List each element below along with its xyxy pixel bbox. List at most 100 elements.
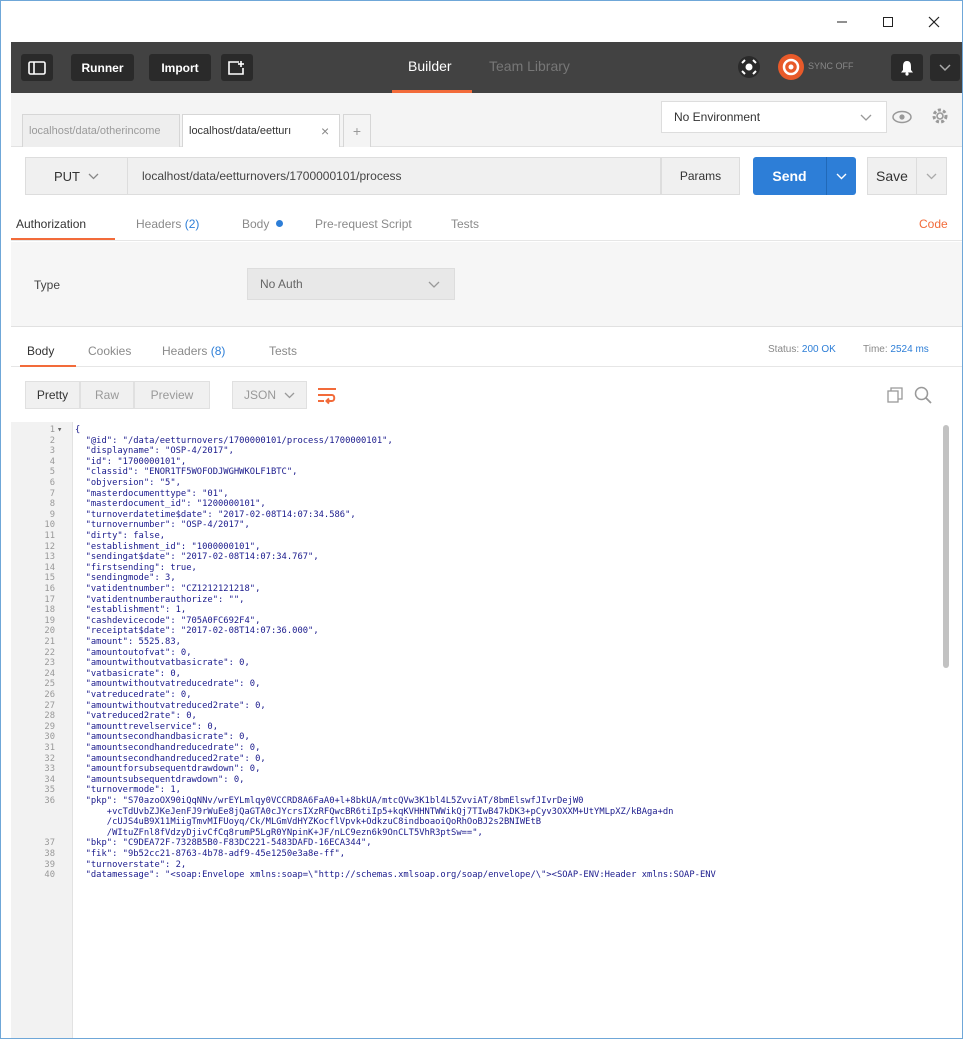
account-menu-button[interactable] — [930, 54, 960, 81]
tab-authorization[interactable]: Authorization — [16, 217, 86, 231]
fold-toggle-icon[interactable]: ▾ — [57, 425, 62, 436]
code-line: 19 "cashdevicecode": "705A0FC692F4", — [11, 616, 951, 627]
url-input[interactable]: localhost/data/eetturnovers/1700000101/p… — [128, 157, 661, 195]
code-line: 34 "amountsubsequentdrawdown": 0, — [11, 775, 951, 786]
status-info: Status: 200 OK — [768, 344, 836, 355]
tab-team-library[interactable]: Team Library — [489, 58, 570, 74]
editor-scrollbar[interactable] — [943, 425, 949, 668]
line-number: 6 — [49, 478, 55, 488]
line-number: 38 — [44, 849, 55, 859]
code-line: 36 "pkp": "S70azoOX90iQqNNv/wrEYLmlqy0VC… — [11, 796, 951, 807]
code-line: 27 "amountwithoutvatreduced2rate": 0, — [11, 701, 951, 712]
code-text: "turnoverdatetime$date": "2017-02-08T14:… — [75, 509, 356, 520]
code-text: "amount": 5525.83, — [75, 637, 181, 647]
tab-response-body[interactable]: Body — [27, 344, 54, 358]
request-tab-label: localhost/data/otherincome — [29, 125, 161, 137]
method-select[interactable]: PUT — [25, 157, 128, 195]
import-button[interactable]: Import — [149, 54, 211, 81]
close-window-button[interactable] — [911, 9, 957, 35]
code-text: "@id": "/data/eetturnovers/1700000101/pr… — [75, 435, 393, 446]
code-text: "displayname": "OSP-4/2017", — [75, 446, 234, 457]
tab-body[interactable]: Body — [242, 217, 283, 231]
close-icon — [928, 16, 940, 28]
tab-response-tests[interactable]: Tests — [269, 344, 297, 358]
tab-builder[interactable]: Builder — [408, 58, 452, 74]
code-text: "masterdocument_id": "1200000101", — [75, 499, 266, 510]
save-button[interactable]: Save — [867, 157, 917, 195]
code-text: { — [75, 425, 81, 435]
preview-button[interactable]: Preview — [134, 381, 210, 409]
wrap-lines-button[interactable] — [316, 384, 338, 406]
tab-close-icon[interactable]: × — [321, 123, 329, 139]
code-line: 1 ▾ { — [11, 425, 951, 436]
auth-type-select[interactable]: No Auth — [247, 268, 455, 300]
runner-button[interactable]: Runner — [71, 54, 134, 81]
line-number: 11 — [44, 531, 55, 541]
line-number: 25 — [44, 679, 55, 690]
raw-button[interactable]: Raw — [80, 381, 134, 409]
code-text: "pkp": "S70azoOX90iQqNNv/wrEYLmlqy0VCCRD… — [75, 796, 584, 806]
environment-select[interactable]: No Environment — [661, 101, 887, 133]
manage-environments-button[interactable] — [930, 106, 950, 126]
line-number: 36 — [44, 796, 55, 806]
send-button[interactable]: Send — [753, 157, 826, 195]
line-number: 34 — [44, 774, 55, 785]
auth-type-label: Type — [34, 278, 61, 292]
tab-response-headers[interactable]: Headers (8) — [162, 344, 225, 358]
maximize-button[interactable] — [865, 9, 911, 35]
new-tab-button[interactable] — [221, 54, 253, 81]
code-text: "turnovernumber": "OSP-4/2017", — [75, 520, 250, 531]
code-line: 3 "displayname": "OSP-4/2017", — [11, 446, 951, 457]
save-options-button[interactable] — [917, 157, 947, 195]
line-number: 8 — [49, 499, 55, 510]
code-line: /WItuZFnl8fVdzyDjivCfCq8rumP5LgR0YNpinK+… — [11, 828, 951, 839]
request-url-bar: PUT localhost/data/eetturnovers/17000001… — [11, 147, 963, 209]
response-body-editor[interactable]: 1 ▾ {2 "@id": "/data/eetturnovers/17000001… — [11, 422, 963, 1039]
code-text: "firstsending": true, — [75, 562, 197, 573]
notifications-button[interactable] — [891, 54, 923, 81]
line-number: 12 — [44, 541, 55, 552]
line-number: 15 — [44, 573, 55, 584]
code-text: "establishment": 1, — [75, 605, 187, 616]
tab-cookies[interactable]: Cookies — [88, 344, 131, 358]
code-text: "amountsecondhandreduced2rate": 0, — [75, 753, 266, 764]
tab-tests[interactable]: Tests — [451, 217, 479, 231]
code-line: 24 "vatbasicrate": 0, — [11, 669, 951, 680]
code-line: /cUJS4uB9X11MiigTmvMIFUoyq/Ck/MLGmVdHYZK… — [11, 817, 951, 828]
request-tab[interactable]: localhost/data/otherincome — [22, 114, 180, 147]
send-options-button[interactable] — [826, 157, 856, 195]
environment-quick-look-button[interactable] — [891, 107, 913, 127]
sync-button[interactable] — [777, 53, 805, 81]
add-tab-button[interactable]: + — [343, 114, 371, 147]
code-text: "vatreducedrate": 0, — [75, 690, 192, 700]
tab-body-label: Body — [242, 217, 270, 231]
copy-icon — [887, 387, 903, 403]
code-text: "amounttrevelservice": 0, — [75, 721, 218, 732]
code-line: 2 "@id": "/data/eetturnovers/1700000101/… — [11, 436, 951, 447]
minimize-button[interactable] — [819, 9, 865, 35]
chevron-down-icon — [926, 173, 937, 179]
params-button[interactable]: Params — [661, 157, 740, 195]
pretty-button[interactable]: Pretty — [25, 381, 80, 409]
code-text: "sendingat$date": "2017-02-08T14:07:34.7… — [75, 552, 319, 563]
format-select[interactable]: JSON — [232, 381, 307, 409]
line-number: 2 — [49, 435, 55, 446]
line-number: 10 — [44, 520, 55, 531]
code-line: 11 "dirty": false, — [11, 531, 951, 542]
sidebar-toggle-button[interactable] — [21, 54, 53, 81]
code-line: 23 "amountwithoutvatbasicrate": 0, — [11, 658, 951, 669]
request-tab-active[interactable]: localhost/data/eetturı × — [182, 114, 340, 147]
code-text: "receiptat$date": "2017-02-08T14:07:36.0… — [75, 626, 319, 637]
generate-code-link[interactable]: Code — [919, 217, 948, 231]
line-number: 30 — [44, 732, 55, 743]
copy-button[interactable] — [887, 387, 903, 403]
line-number: 5 — [49, 467, 55, 478]
search-button[interactable] — [914, 386, 932, 404]
tab-pre-request-script[interactable]: Pre-request Script — [315, 217, 412, 231]
interceptor-button[interactable] — [734, 52, 764, 82]
code-text: "cashdevicecode": "705A0FC692F4", — [75, 615, 261, 626]
tab-headers-label: Headers — [136, 217, 182, 231]
tab-headers[interactable]: Headers (2) — [136, 217, 199, 231]
time-info: Time: 2524 ms — [863, 344, 929, 355]
status-label: Status: — [768, 344, 800, 355]
